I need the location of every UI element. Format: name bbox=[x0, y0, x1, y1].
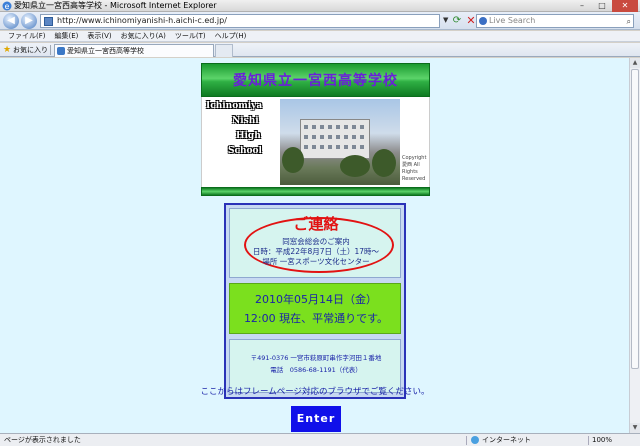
page-icon bbox=[44, 17, 53, 26]
menu-tools[interactable]: ツール(T) bbox=[175, 31, 206, 41]
banner-footer bbox=[201, 187, 430, 196]
notice-panel: ご連絡 同窓会総会のご案内 日時：平成22年8月7日（土）17時～ 場所 一宮ス… bbox=[224, 203, 406, 399]
tab-current[interactable]: 愛知県立一宮西高等学校 bbox=[54, 44, 214, 57]
zone-label: インターネット bbox=[482, 436, 531, 444]
scroll-up-icon[interactable]: ▲ bbox=[630, 58, 640, 68]
back-button[interactable]: ◀ bbox=[3, 13, 19, 29]
address-line: 〒491-0376 一宮市萩原町串作字河田１番地 bbox=[250, 354, 382, 362]
ie-icon: e bbox=[2, 1, 12, 11]
globe-icon bbox=[471, 436, 479, 444]
close-button[interactable]: ✕ bbox=[612, 0, 638, 12]
separator bbox=[588, 436, 589, 445]
new-tab-button[interactable] bbox=[215, 44, 233, 57]
notice-announcement: ご連絡 同窓会総会のご案内 日時：平成22年8月7日（土）17時～ 場所 一宮ス… bbox=[229, 208, 401, 278]
address-toolbar: ◀ ▶ http://www.ichinomiyanishi-h.aichi-c… bbox=[0, 12, 640, 30]
page-icon bbox=[57, 47, 65, 55]
notice-status: 12:00 現在、平常通りです。 bbox=[243, 312, 389, 325]
scroll-down-icon[interactable]: ▼ bbox=[630, 423, 640, 433]
school-name-line: Ichinomiya bbox=[206, 101, 263, 111]
search-icon[interactable]: ⌕ bbox=[627, 16, 631, 28]
notice-line: 日時：平成22年8月7日（土）17時～ bbox=[252, 247, 380, 256]
page-title: 愛知県立一宮西高等学校 bbox=[201, 63, 430, 97]
status-text: ページが表示されました bbox=[4, 436, 81, 444]
refresh-button[interactable]: ⟳ bbox=[451, 15, 463, 27]
search-provider-icon bbox=[479, 17, 487, 25]
separator bbox=[466, 436, 467, 445]
notice-line: 同窓会総会のご案内 bbox=[282, 237, 350, 246]
school-name-line: Nishi bbox=[232, 116, 259, 126]
separator bbox=[50, 45, 51, 55]
school-banner: Ichinomiya Nishi High School Copyright 愛… bbox=[201, 97, 430, 187]
notice-title: ご連絡 bbox=[293, 215, 339, 233]
frame-note: ここからはフレームページ対応のブラウザでご覧ください。 bbox=[200, 387, 430, 397]
notice-status-box: 2010年05月14日（金） 12:00 現在、平常通りです。 bbox=[229, 283, 401, 334]
minimize-button[interactable]: – bbox=[572, 0, 592, 12]
scroll-thumb[interactable] bbox=[631, 69, 639, 369]
window-title: 愛知県立一宮西高等学校 - Microsoft Internet Explore… bbox=[14, 1, 217, 10]
address-bar[interactable]: http://www.ichinomiyanishi-h.aichi-c.ed.… bbox=[40, 14, 440, 28]
star-icon[interactable]: ★ bbox=[3, 45, 11, 55]
svg-text:e: e bbox=[5, 2, 10, 11]
menu-file[interactable]: ファイル(F) bbox=[8, 31, 46, 41]
menu-edit[interactable]: 編集(E) bbox=[55, 31, 79, 41]
menu-view[interactable]: 表示(V) bbox=[87, 31, 111, 41]
school-name-line: School bbox=[228, 146, 262, 156]
photo-copyright: Copyright 愛西 All Rights Reserved bbox=[402, 155, 427, 182]
tab-title: 愛知県立一宮西高等学校 bbox=[67, 47, 144, 55]
maximize-button[interactable]: □ bbox=[592, 0, 612, 12]
window-titlebar: e 愛知県立一宮西高等学校 - Microsoft Internet Explo… bbox=[0, 0, 640, 12]
zoom-level[interactable]: 100% bbox=[592, 434, 612, 446]
school-name-logo: Ichinomiya Nishi High School bbox=[206, 99, 276, 159]
search-placeholder: Live Search bbox=[489, 16, 536, 25]
notice-date: 2010年05月14日（金） bbox=[255, 293, 377, 306]
address-text: http://www.ichinomiyanishi-h.aichi-c.ed.… bbox=[57, 16, 227, 25]
chevron-down-icon[interactable]: ▼ bbox=[443, 16, 448, 24]
phone-line: 電話 0586-68-1191（代表） bbox=[270, 366, 362, 374]
favorites-bar: ★ お気に入り 愛知県立一宮西高等学校 bbox=[0, 43, 640, 57]
menu-favorites[interactable]: お気に入り(A) bbox=[121, 31, 166, 41]
vertical-scrollbar[interactable]: ▲ ▼ bbox=[629, 58, 640, 433]
status-bar: ページが表示されました インターネット 100% bbox=[0, 433, 640, 446]
enter-button[interactable]: Enter bbox=[291, 406, 341, 432]
favorites-button[interactable]: お気に入り bbox=[13, 43, 48, 57]
menu-bar: ファイル(F) 編集(E) 表示(V) お気に入り(A) ツール(T) ヘルプ(… bbox=[0, 31, 640, 42]
security-zone[interactable]: インターネット bbox=[470, 434, 531, 446]
page-viewport: 愛知県立一宮西高等学校 Ichinomiya Nishi High School… bbox=[0, 58, 629, 433]
forward-button[interactable]: ▶ bbox=[21, 13, 37, 29]
search-input[interactable]: Live Search ⌕ bbox=[476, 14, 634, 28]
notice-line: 場所 一宮スポーツ文化センター bbox=[262, 257, 370, 266]
menu-help[interactable]: ヘルプ(H) bbox=[215, 31, 247, 41]
school-name-line: High bbox=[236, 131, 261, 141]
school-photo bbox=[280, 99, 400, 185]
